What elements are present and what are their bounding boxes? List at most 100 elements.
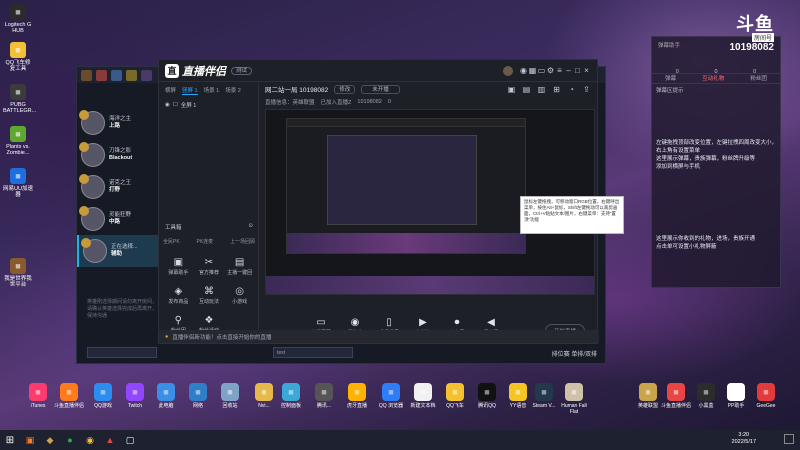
lobby-player-row[interactable]: 灵能狂野 中路 (77, 203, 159, 235)
quick-action[interactable]: 全民PK (163, 238, 180, 245)
taskbar-app-3[interactable]: ● (60, 430, 80, 450)
desktop-icon[interactable]: ■ PUBG BATTLEGR... (3, 84, 36, 114)
player-role: 上路 (109, 123, 121, 129)
scene-tab[interactable]: 场景 1 (204, 86, 220, 95)
desktop-icon[interactable]: ■ PP助手 (720, 383, 752, 409)
desktop-icon-label: Logitech G HUB (4, 22, 32, 34)
lobby-player-row[interactable]: 刀锋之影 Blackout (77, 139, 159, 171)
tool-item[interactable]: ▣ 弹幕助手 (163, 257, 194, 276)
grid-icon[interactable]: ▦ (528, 66, 537, 75)
desktop-icon[interactable]: ■ Plants vs. Zombie... (3, 126, 33, 156)
live-status-button[interactable]: 未开播 (361, 84, 400, 94)
tool-icon-3[interactable]: ▥ (537, 85, 546, 94)
tool-item[interactable]: ✂ 官方推荐 (194, 257, 225, 276)
panel-tab[interactable]: 弹幕 (665, 74, 676, 83)
info-icon: ● (165, 333, 169, 340)
tool-item[interactable]: ⌘ 互动玩法 (194, 286, 225, 305)
player-name: 灵能狂野 (109, 212, 132, 218)
desktop-icon[interactable]: ■ 我是世界我世平台 (3, 258, 33, 288)
avatar[interactable] (503, 65, 513, 76)
notification-icon[interactable] (784, 434, 794, 444)
tool-icon-1[interactable]: ▣ (507, 85, 516, 94)
maximize-icon[interactable]: □ (573, 66, 582, 75)
desktop-icon[interactable]: ■ QQ 浏览器 (375, 383, 407, 409)
tool-item[interactable]: ◈ 发布商品 (163, 286, 194, 305)
close-icon[interactable]: × (582, 66, 591, 75)
taskbar-app-1[interactable]: ▣ (20, 430, 40, 450)
tool-item[interactable]: ▤ 主播一键回 (224, 257, 255, 276)
lobby-player-row[interactable]: 正在选择... 辅助 (77, 235, 159, 267)
lobby-player-row[interactable]: 海洋之主 上路 (77, 107, 159, 139)
desktop-icon[interactable]: ■ GeeGee (750, 383, 782, 409)
minimize-icon[interactable]: – (564, 66, 573, 75)
desktop-icon[interactable]: ■ 小黑盒 (690, 383, 722, 409)
panel-label: 弹幕助手 (658, 43, 681, 49)
record-icon[interactable]: ◉ (519, 66, 528, 75)
taskbar-app-2[interactable]: ◆ (40, 430, 60, 450)
desktop-icon[interactable]: ■ 此电脑 (150, 383, 182, 409)
quick-actions: 全民PK PK连麦 上一场回顾 (163, 238, 255, 245)
desktop-icon[interactable]: ■ 虎牙直播 (341, 383, 373, 409)
desktop-icon[interactable]: ■ QQ游戏 (87, 383, 119, 409)
toolbox-more-icon[interactable]: ⊙ (248, 223, 253, 231)
desktop-icon[interactable]: ■ Steam V... (528, 383, 560, 409)
room-title: 网二站一局 10198082 (265, 87, 329, 94)
desktop-icon[interactable]: ■ 腾讯... (308, 383, 340, 409)
tool-item[interactable]: ◎ 小游戏 (224, 286, 255, 305)
ad-banner[interactable]: ● 直播伴侣新功能！点击直接开始你的直播 (159, 330, 599, 343)
tool-grid: ▣弹幕助手✂官方推荐▤主播一键回◈发布商品⌘互动玩法◎小游戏⚲粉丝团❖粉丝活动 (163, 257, 255, 334)
summoner-spell-icon (79, 206, 89, 216)
douyu-icon: ■ (60, 383, 78, 401)
panel-tab[interactable]: 互动礼物 (702, 74, 724, 83)
phone-icon: ▯ (386, 317, 392, 328)
taskbar-clock[interactable]: 3:20 2022/5/17 (732, 432, 756, 446)
tool-label: 小游戏 (232, 299, 248, 305)
quick-action[interactable]: PK连麦 (196, 238, 213, 245)
window-icon[interactable]: ▭ (537, 66, 546, 75)
taskbar-app-4[interactable]: ◉ (80, 430, 100, 450)
desktop-icon[interactable]: ■ 回收站 (214, 383, 246, 409)
game-search-input[interactable]: text (273, 347, 353, 358)
tool-icon-2[interactable]: ▤ (522, 85, 531, 94)
version-pill[interactable]: 测试 (231, 66, 253, 75)
settings-icon[interactable]: ⚙ (546, 66, 555, 75)
taskbar-app-5[interactable]: ▲ (100, 430, 120, 450)
share-icon[interactable]: ⇪ (582, 85, 591, 94)
quick-action[interactable]: 上一场回顾 (230, 238, 255, 245)
scene-tab[interactable]: 场景 2 (225, 86, 241, 95)
logo-sub: 房间号 (751, 33, 774, 42)
desktop-icon[interactable]: ■ 斗鱼直播伴侣 (53, 383, 85, 409)
edit-button[interactable]: 修改 (334, 84, 356, 94)
desktop-icon[interactable]: ■ QQ飞车 (439, 383, 471, 409)
tool-icon-5[interactable]: ◔ (567, 85, 576, 94)
desktop-icon[interactable]: ■ 网易UU加速器 (3, 168, 33, 198)
desktop-icon[interactable]: ■ Twitch (119, 383, 151, 409)
heybox-icon: ■ (697, 383, 715, 401)
lobby-player-row[interactable]: 诺克之王 打野 (77, 171, 159, 203)
desktop-icon[interactable]: ■ Human Fall Flat (558, 383, 590, 415)
desktop-icon[interactable]: ■ 腾讯QQ (471, 383, 503, 409)
desktop-icon[interactable]: ■ 斗鱼直播伴侣 (660, 383, 692, 409)
tool-icon-4[interactable]: ⊞ (552, 85, 561, 94)
game-chat-input[interactable] (87, 347, 157, 358)
desktop-icon[interactable]: ■ iTunes (22, 383, 54, 409)
checkbox-icon[interactable]: ☐ (173, 102, 178, 108)
desktop-icon-label: 腾讯QQ (478, 403, 496, 409)
menu-icon[interactable]: ≡ (555, 66, 564, 75)
scene-item[interactable]: ◉ ☐ 全屏 1 (159, 99, 258, 111)
uu-icon: ■ (10, 168, 26, 184)
player-name: 刀锋之影 (109, 148, 132, 154)
scene-tab[interactable]: 横屏 (165, 86, 176, 95)
panel-tab[interactable]: 粉丝团 (750, 74, 767, 83)
desktop-icon[interactable]: ■ 网络 (182, 383, 214, 409)
scene-tab[interactable]: 竖屏 1 (182, 86, 198, 95)
desktop-icon[interactable]: ■ QQ飞车修复工具 (3, 42, 33, 72)
windows-start-icon[interactable]: ⊞ (0, 430, 20, 450)
desktop-icon[interactable]: ■ 新建文本档 (407, 383, 439, 409)
logitech-g-icon: ■ (10, 4, 26, 20)
eye-icon[interactable]: ◉ (165, 102, 170, 108)
taskbar-app-6[interactable]: ▢ (120, 430, 140, 450)
logo-text: 斗鱼 (736, 14, 774, 34)
desktop-icon[interactable]: ■ 控制面板 (275, 383, 307, 409)
desktop-icon[interactable]: ■ Logitech G HUB (3, 4, 33, 34)
